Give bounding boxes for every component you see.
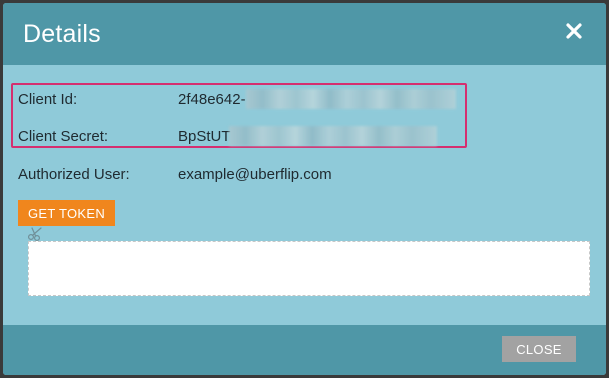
close-icon[interactable] bbox=[564, 21, 584, 41]
client-secret-redaction bbox=[229, 126, 437, 146]
authorized-user-label: Authorized User: bbox=[18, 166, 130, 183]
dialog-header: Details bbox=[3, 3, 606, 65]
client-id-redaction bbox=[246, 89, 456, 109]
authorized-user-value: example@uberflip.com bbox=[178, 166, 332, 183]
dialog-footer: CLOSE bbox=[3, 325, 606, 375]
client-secret-label: Client Secret: bbox=[18, 128, 109, 145]
client-id-label: Client Id: bbox=[18, 91, 78, 108]
close-button[interactable]: CLOSE bbox=[502, 336, 576, 362]
get-token-button[interactable]: GET TOKEN bbox=[18, 200, 115, 226]
client-secret-value: BpStUT bbox=[178, 128, 231, 145]
dialog-title: Details bbox=[23, 20, 101, 48]
token-output-field[interactable] bbox=[28, 241, 590, 296]
client-id-value: 2f48e642- bbox=[178, 91, 246, 108]
details-dialog: Details Client Id: 2f48e642- Client Secr… bbox=[3, 3, 606, 375]
scissors-icon[interactable] bbox=[27, 226, 45, 242]
